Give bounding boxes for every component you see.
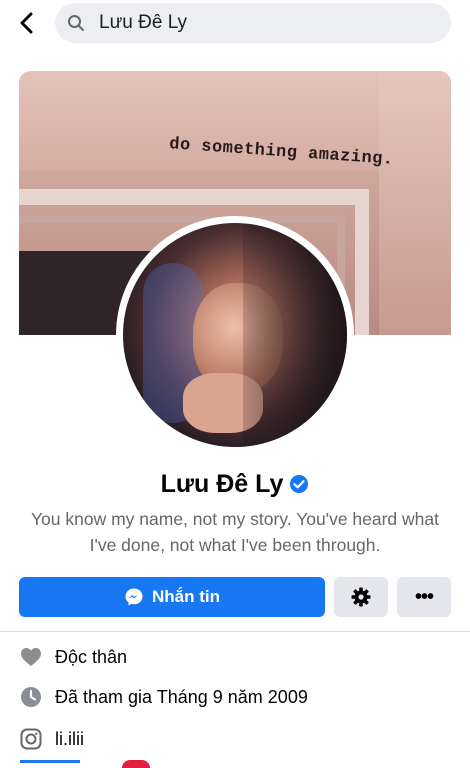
settings-button[interactable]	[334, 577, 388, 617]
top-bar: Lưu Đê Ly	[0, 0, 470, 46]
detail-instagram[interactable]: li.ilii	[19, 726, 84, 752]
chevron-left-icon	[20, 12, 33, 34]
search-query: Lưu Đê Ly	[99, 12, 188, 33]
section-divider	[0, 631, 470, 632]
gear-icon	[351, 587, 371, 607]
clock-icon	[19, 685, 43, 709]
search-icon	[68, 15, 84, 31]
active-tab-indicator	[20, 760, 80, 763]
profile-avatar[interactable]	[116, 216, 354, 454]
messenger-icon	[125, 588, 143, 606]
heart-icon	[19, 645, 43, 669]
detail-joined-text: Đã tham gia Tháng 9 năm 2009	[55, 686, 308, 707]
more-dots-icon: •••	[414, 585, 434, 608]
bottom-tab-bar	[0, 760, 470, 768]
more-options-button[interactable]: •••	[397, 577, 451, 617]
verified-badge-icon	[290, 475, 309, 493]
profile-bio: You know my name, not my story. You've h…	[30, 509, 439, 555]
profile-name: Lưu Đê Ly	[160, 470, 284, 498]
detail-relationship-text: Độc thân	[55, 646, 128, 667]
cover-wall	[379, 71, 451, 335]
avatar-hair	[243, 223, 347, 447]
message-button[interactable]: Nhắn tin	[19, 577, 325, 617]
detail-relationship: Độc thân	[19, 644, 127, 670]
back-button[interactable]	[12, 8, 42, 38]
message-button-label: Nhắn tin	[152, 587, 220, 606]
avatar-image	[123, 223, 347, 447]
detail-instagram-text: li.ilii	[55, 728, 84, 749]
profile-name-row: Lưu Đê Ly	[0, 470, 470, 499]
notification-badge	[122, 760, 150, 768]
search-input[interactable]: Lưu Đê Ly	[55, 3, 451, 43]
detail-joined: Đã tham gia Tháng 9 năm 2009	[19, 684, 308, 710]
instagram-icon	[19, 727, 43, 751]
